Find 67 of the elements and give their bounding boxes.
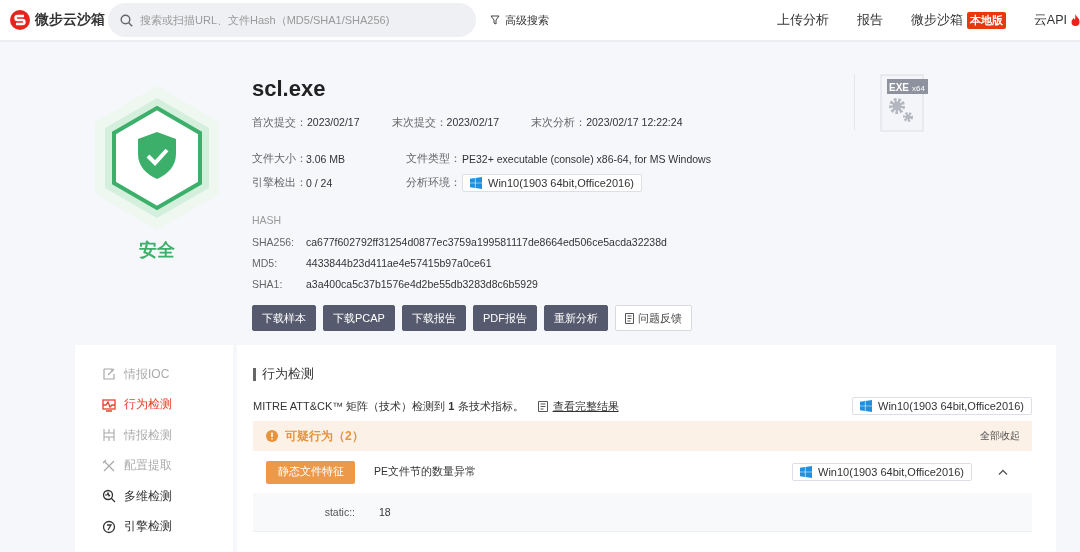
grid-icon (102, 428, 116, 443)
date-value: 2023/02/17 12:22:24 (586, 116, 683, 130)
detail-value: 18 (379, 506, 391, 518)
logo-icon (10, 10, 30, 30)
document-icon (624, 312, 634, 324)
nav-link[interactable]: 微步沙箱 (910, 11, 963, 29)
action-button[interactable]: 下载样本 (252, 305, 316, 331)
action-button[interactable]: PDF报告 (472, 305, 537, 331)
date-label: 末次分析： (531, 116, 587, 130)
sidebar-item[interactable]: 多维检测 (102, 487, 233, 506)
date-label: 末次提交： (391, 116, 447, 130)
environment-tag: Win10(1903 64bit,Office2016) (792, 463, 972, 481)
field-value: 0 / 24 (306, 177, 334, 189)
date-label: 首次提交： (252, 116, 307, 130)
shield-badge-icon (92, 84, 222, 232)
collapse-all-link[interactable]: 全部收起 (980, 429, 1020, 443)
nav-link[interactable]: 上传分析 (776, 11, 829, 29)
nav-link[interactable]: 报告 (856, 11, 883, 29)
sidebar-item[interactable]: 行为检测 (102, 395, 233, 414)
environment-tag: Win10(1903 64bit,Office2016) (852, 397, 1032, 415)
feedback-button[interactable]: 问题反馈 (614, 305, 692, 331)
date-value: 2023/02/17 (307, 116, 360, 130)
field-label: 文件大小： (252, 152, 306, 166)
logo-text: 微步云沙箱 (35, 11, 105, 29)
windows-icon (800, 466, 813, 478)
field-value: PE32+ executable (console) x86-64, for MS Windows (462, 153, 712, 165)
field-value: 3.06 MB (306, 153, 347, 165)
filter-icon (490, 15, 500, 25)
caret-icon[interactable] (998, 469, 1008, 475)
warning-icon (266, 430, 278, 442)
hash-label: SHA256: (252, 236, 296, 248)
sidebar-item[interactable]: 引擎检测 (102, 517, 233, 536)
nav-link[interactable]: 云API (1033, 11, 1067, 29)
edition-badge: 本地版 (966, 11, 1006, 29)
advanced-search-link[interactable]: 高级搜索 (490, 12, 549, 28)
document-icon (537, 400, 548, 412)
hash-heading: HASH (252, 214, 283, 226)
monitor-icon (102, 397, 116, 412)
action-button[interactable]: 下载PCAP (323, 305, 395, 331)
detection-summary: MITRE ATT&CK™ 矩阵（技术）检测到 1 条技术指标。 (253, 398, 524, 414)
verdict-label: 安全 (139, 239, 175, 262)
environment-tag: Win10(1903 64bit,Office2016) (462, 174, 642, 192)
behavior-description: PE文件节的数量异常 (374, 465, 476, 479)
windows-icon (860, 400, 873, 412)
field-label: 引擎检出： (252, 176, 306, 190)
full-results-link[interactable]: 查看完整结果 (537, 398, 619, 414)
hash-value: 4433844b23d411ae4e57415b97a0ce61 (306, 257, 493, 269)
hash-label: MD5: (252, 257, 279, 269)
field-label: 文件类型： (406, 152, 462, 166)
category-tag: 静态文件特征 (266, 460, 355, 484)
search-field[interactable]: 搜索或扫描URL、文件Hash（MD5/SHA1/SHA256) (108, 3, 476, 37)
date-value: 2023/02/17 (446, 116, 500, 130)
search-icon (120, 14, 133, 27)
hash-value: ca677f602792ff31254d0877ec3759a199581117de8664ed506ce5acda32238d (306, 236, 668, 248)
action-button[interactable]: 重新分析 (543, 305, 608, 331)
field-label: 分析环境： (406, 176, 462, 190)
hash-value: a3a400ca5c37b1576e4d2be55db3283d8c6b5929 (306, 278, 539, 290)
file-name: scl.exe (252, 76, 326, 102)
group-title: 可疑行为（2） (285, 427, 364, 445)
edit-icon (102, 367, 116, 382)
windows-icon (470, 177, 482, 189)
search-icon (102, 489, 116, 504)
detail-key: static:: (253, 506, 355, 518)
hash-label: SHA1: (252, 278, 284, 290)
action-button[interactable]: 下载报告 (401, 305, 466, 331)
tools-icon (102, 458, 116, 473)
section-title: 行为检测 (253, 365, 1032, 383)
